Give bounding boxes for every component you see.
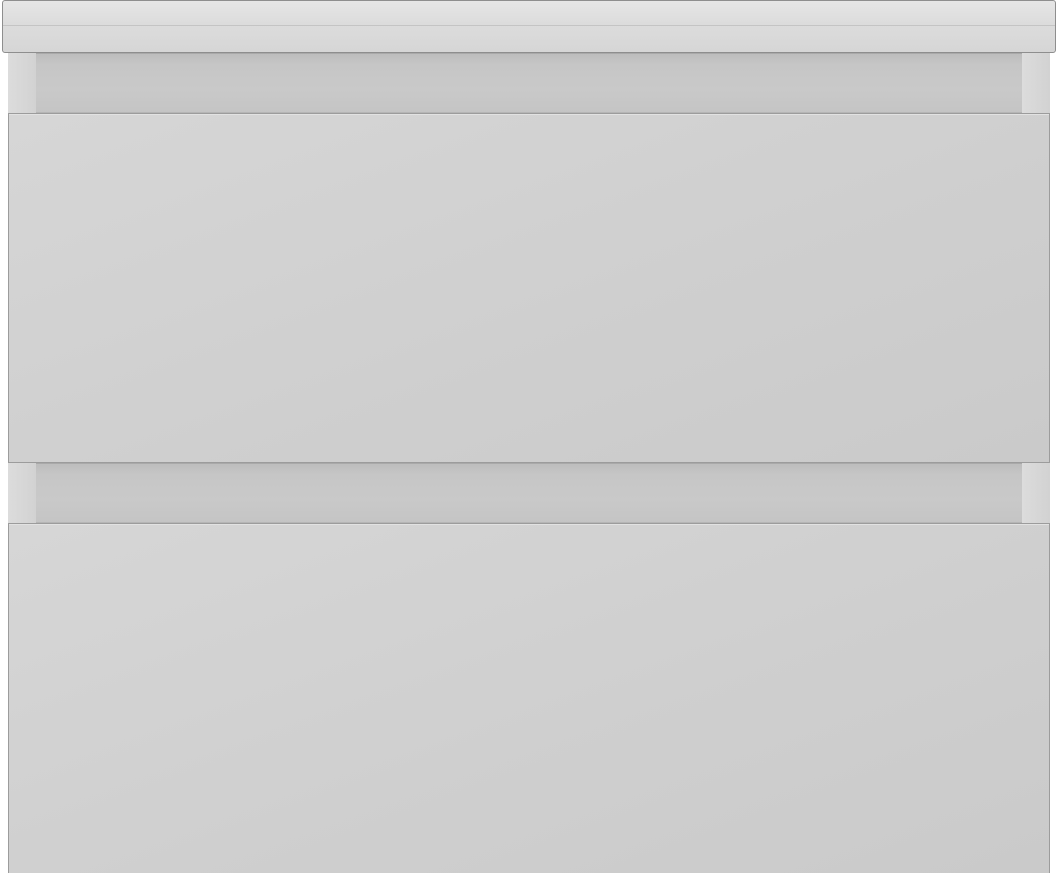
handle-recess-bottom — [36, 463, 1022, 524]
drawer-top-highlight — [9, 114, 1049, 115]
drawer-front-bottom — [8, 523, 1050, 873]
cabinet-body — [8, 53, 1050, 873]
countertop-edge-line — [3, 25, 1055, 26]
handle-recess-top — [36, 53, 1022, 114]
countertop — [2, 0, 1056, 53]
drawer-front-top — [8, 113, 1050, 463]
vanity-cabinet-image — [0, 0, 1058, 873]
drawer-bottom-highlight — [9, 524, 1049, 525]
